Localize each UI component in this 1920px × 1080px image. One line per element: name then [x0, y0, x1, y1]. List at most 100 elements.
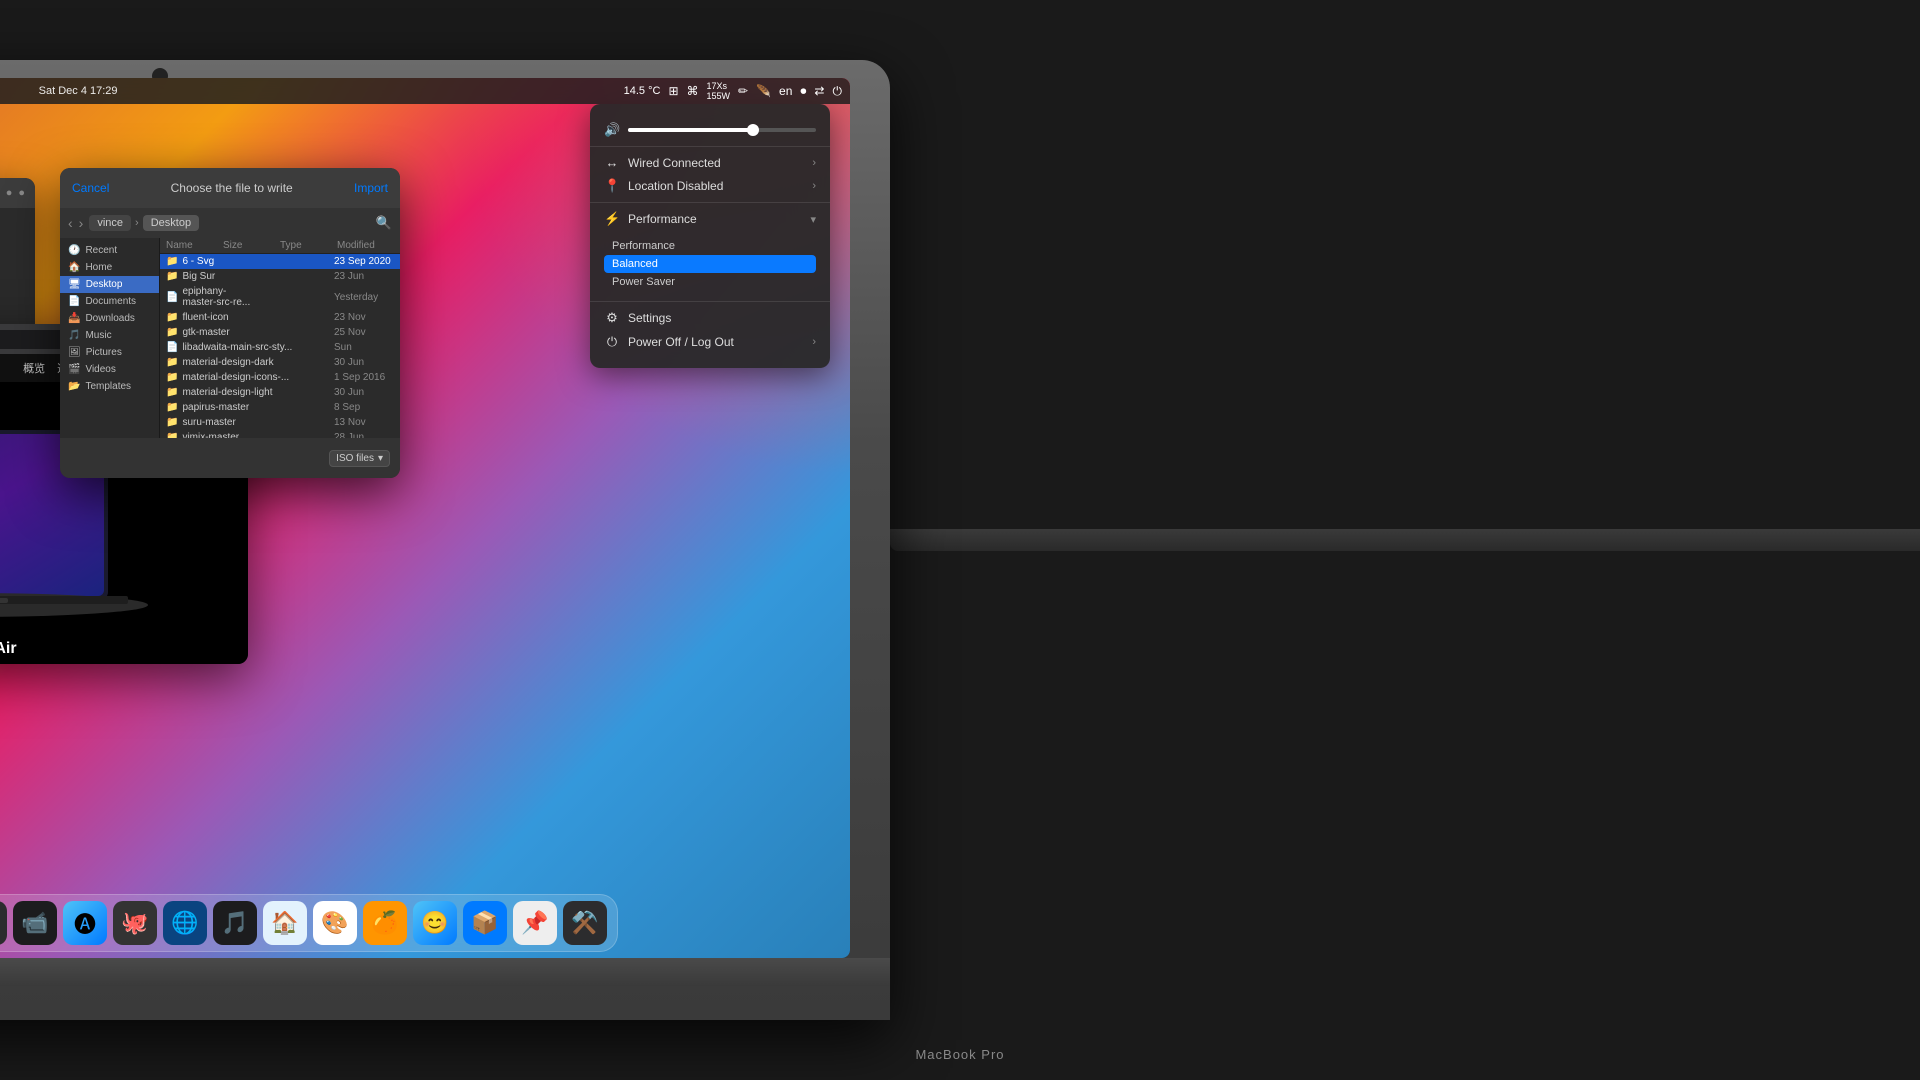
- file-picker-title: Choose the file to write: [171, 181, 293, 195]
- cmd-icon[interactable]: ⌘: [687, 84, 699, 98]
- performance-option-perf[interactable]: Performance: [604, 237, 816, 255]
- dock-icon-xcode[interactable]: ⚒️: [563, 901, 607, 945]
- dock-icon-appstore[interactable]: 🅐: [63, 901, 107, 945]
- fp-sidebar-pictures[interactable]: 🖼 Pictures: [60, 344, 159, 361]
- folder-icon: 📁: [166, 372, 178, 383]
- folder-icon: 📁: [166, 432, 178, 438]
- power-label: Power Off / Log Out: [628, 335, 804, 349]
- feather-icon[interactable]: 🪶: [756, 84, 771, 98]
- power-icon2: ⏻: [604, 334, 620, 350]
- fp-sidebar-home[interactable]: 🏠 Home: [60, 259, 159, 276]
- language-icon[interactable]: en: [779, 84, 792, 98]
- fp-file-row-fluent[interactable]: 📁fluent-icon 23 Nov: [160, 310, 400, 325]
- dock-icon-music[interactable]: 🎵: [213, 901, 257, 945]
- performance-arrow-icon: ▾: [810, 213, 816, 226]
- fp-sidebar-videos[interactable]: 🎬 Videos: [60, 361, 159, 378]
- folder-icon: 📁: [166, 402, 178, 413]
- file-picker-dialog: Cancel Choose the file to write Import ‹…: [60, 168, 400, 478]
- folder-icon: 📁: [166, 312, 178, 323]
- fp-sidebar-desktop[interactable]: 🖥 Desktop: [60, 276, 159, 293]
- file-picker-cols: 🕐 Recent 🏠 Home 🖥 Desktop 📄: [60, 238, 400, 438]
- dock-icon-codeshot[interactable]: 📸: [0, 901, 7, 945]
- fp-sidebar-documents[interactable]: 📄 Documents: [60, 293, 159, 310]
- macbook-screen: 🍎 Web Sat Dec 4 17:29 14.5 °C ⊞ ⌘ 17Xs15…: [0, 78, 850, 958]
- fp-footer: ISO files ▾: [60, 438, 400, 478]
- dock-icon-finder2[interactable]: 😊: [413, 901, 457, 945]
- pencil-icon[interactable]: ✏: [738, 84, 748, 98]
- fp-sidebar-music[interactable]: 🎵 Music: [60, 327, 159, 344]
- fp-sidebar-templates[interactable]: 📂 Templates: [60, 378, 159, 395]
- folder-icon: 📁: [166, 256, 178, 267]
- popup-network-section: ↔ Wired Connected › 📍 Location Disabled …: [590, 147, 830, 203]
- fp-file-row-epiphany[interactable]: 📄epiphany-master-src-re... Yesterday: [160, 284, 400, 310]
- location-label: Location Disabled: [628, 179, 804, 193]
- folder-icon: 📁: [166, 271, 178, 282]
- file-picker-import[interactable]: Import: [354, 181, 388, 195]
- temperature: 14.5 °C: [624, 85, 661, 97]
- popup-network-row[interactable]: ↔ Wired Connected ›: [590, 151, 830, 174]
- fp-breadcrumb-sep: ›: [135, 217, 139, 229]
- menubar: 🍎 Web Sat Dec 4 17:29 14.5 °C ⊞ ⌘ 17Xs15…: [0, 78, 850, 104]
- dock-icon-homerow[interactable]: 🏠: [263, 901, 307, 945]
- macbook-model-label: MacBook Pro: [915, 1047, 1004, 1062]
- wifi-icon[interactable]: ⊞: [668, 84, 678, 98]
- fp-sidebar: 🕐 Recent 🏠 Home 🖥 Desktop 📄: [60, 238, 160, 438]
- power-icon[interactable]: ⏻: [832, 84, 842, 99]
- popup-performance-section: ⚡ Performance ▾ Performance Balanced Pow…: [590, 203, 830, 302]
- dropdown-arrow-icon: ▾: [378, 453, 383, 464]
- finder-toolbar-icons: 🔍 ≡ ⋯ ● ● ●: [0, 187, 25, 200]
- fp-file-row-libadwaita[interactable]: 📄libadwaita-main-src-sty... Sun: [160, 340, 400, 355]
- fp-file-row-md-dark[interactable]: 📁material-design-dark 30 Jun: [160, 355, 400, 370]
- fp-file-type-dropdown[interactable]: ISO files ▾: [329, 450, 390, 467]
- fp-file-row-vimix[interactable]: 📁vimix-master 28 Jun: [160, 430, 400, 438]
- fp-back[interactable]: ‹: [68, 215, 73, 231]
- volume-slider[interactable]: [628, 128, 816, 132]
- fp-file-row-papirus[interactable]: 📁papirus-master 8 Sep: [160, 400, 400, 415]
- macbook-base: [890, 529, 1920, 551]
- macbook-base-wrapper: [890, 529, 1920, 551]
- dock-icon-bluebox[interactable]: 📦: [463, 901, 507, 945]
- dock-icon-figma[interactable]: 🎨: [313, 901, 357, 945]
- fp-file-row-bigsur[interactable]: 📁Big Sur 23 Jun: [160, 269, 400, 284]
- location-icon: 📍: [604, 178, 620, 194]
- fp-file-row-md-icons[interactable]: 📁material-design-icons-... 1 Sep 2016: [160, 370, 400, 385]
- dock: ⊞ 😊 🦊 📊 ✏️ 📸 📹 🅐 🐙 🌐 🎵 🏠 🎨 🍊 😊 📦 📌 ⚒️: [0, 894, 618, 952]
- fp-breadcrumb-desktop[interactable]: Desktop: [143, 215, 199, 231]
- folder-icon: 📁: [166, 387, 178, 398]
- dock-icon-pin[interactable]: 📌: [513, 901, 557, 945]
- popup-location-row[interactable]: 📍 Location Disabled ›: [590, 174, 830, 198]
- fp-sidebar-recent[interactable]: 🕐 Recent: [60, 242, 159, 259]
- performance-option-balanced[interactable]: Balanced: [604, 255, 816, 273]
- fp-sidebar-downloads[interactable]: 📥 Downloads: [60, 310, 159, 327]
- folder-icon: 📁: [166, 357, 178, 368]
- network-arrow-icon: ›: [812, 157, 816, 169]
- file-picker-cancel[interactable]: Cancel: [72, 181, 109, 195]
- page-title: MacBook Air: [0, 640, 17, 658]
- dock-icon-github[interactable]: 🐙: [113, 901, 157, 945]
- fp-file-row-gtk[interactable]: 📁gtk-master 25 Nov: [160, 325, 400, 340]
- network-icon: ↔: [604, 155, 620, 170]
- dock-icon-browser[interactable]: 🌐: [163, 901, 207, 945]
- popup-power-row[interactable]: ⏻ Power Off / Log Out ›: [590, 330, 830, 354]
- arrows-icon[interactable]: ⇄: [814, 84, 824, 98]
- performance-option-saver[interactable]: Power Saver: [604, 273, 816, 291]
- fp-search-icon[interactable]: 🔍: [376, 215, 392, 231]
- dock-icon-facetime[interactable]: 📹: [13, 901, 57, 945]
- volume-thumb[interactable]: [747, 124, 759, 136]
- popup-settings-section: ⚙ Settings ⏻ Power Off / Log Out ›: [590, 302, 830, 358]
- fp-breadcrumb-vince[interactable]: vince: [89, 215, 131, 231]
- file-picker-toolbar: ‹ › vince › Desktop 🔍: [60, 208, 400, 238]
- record-icon[interactable]: ⏺: [800, 84, 806, 99]
- fp-forward[interactable]: ›: [79, 215, 84, 231]
- fp-templates-icon: 📂: [68, 381, 80, 392]
- popup-settings-row[interactable]: ⚙ Settings: [590, 306, 830, 330]
- fp-breadcrumb: vince › Desktop: [89, 215, 369, 231]
- fp-desktop-icon: 🖥: [68, 279, 81, 290]
- dock-icon-orange[interactable]: 🍊: [363, 901, 407, 945]
- stats-icon[interactable]: 17Xs155W: [707, 81, 731, 101]
- menubar-right: 14.5 °C ⊞ ⌘ 17Xs155W ✏ 🪶 en ⏺ ⇄ ⏻: [624, 81, 842, 101]
- nav-link-overview[interactable]: 概览: [23, 360, 45, 376]
- fp-file-row-svg[interactable]: 📁 6 - Svg 23 Sep 2020: [160, 254, 400, 269]
- fp-file-row-suru[interactable]: 📁suru-master 13 Nov: [160, 415, 400, 430]
- fp-file-row-md-light[interactable]: 📁material-design-light 30 Jun: [160, 385, 400, 400]
